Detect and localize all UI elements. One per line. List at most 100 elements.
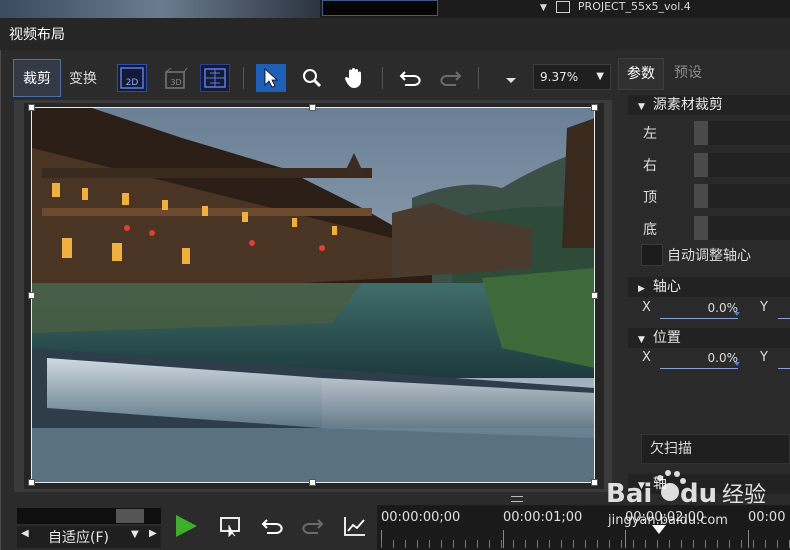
chevron-right-icon[interactable]: ▶: [149, 528, 157, 539]
crop-top-slider[interactable]: [694, 184, 790, 208]
slider-knob[interactable]: [694, 121, 708, 145]
axis-x-label: X: [642, 300, 651, 315]
crop-right-label: 右: [643, 158, 657, 174]
export-icon: [220, 517, 240, 537]
zoom-icon: [303, 69, 322, 88]
redo-button[interactable]: [437, 64, 465, 92]
redo-icon: [440, 71, 462, 86]
crop-handle-bottom-right[interactable]: [591, 479, 598, 486]
crop-handle-bottom-left[interactable]: [28, 479, 35, 486]
select-tool-button[interactable]: [256, 64, 286, 92]
position-y-field[interactable]: [778, 368, 790, 369]
source-crop-title: 源素材裁剪: [652, 97, 723, 113]
auto-axis-checkbox[interactable]: [641, 244, 663, 266]
undo-icon: [261, 519, 283, 534]
crop-top-label: 顶: [643, 190, 657, 206]
crop-right-slider[interactable]: [694, 153, 790, 177]
baidu-jingyan-watermark: Bai du 经验 jingyan.baidu.com: [600, 462, 790, 532]
hand-icon: [344, 68, 361, 88]
spin-down-icon[interactable]: [734, 362, 740, 366]
crop-handle-top-right[interactable]: [591, 104, 598, 111]
crop-handle-right[interactable]: [591, 292, 598, 299]
undo-button[interactable]: [258, 512, 286, 540]
watermark-brand: Bai: [606, 479, 652, 509]
tab-crop[interactable]: 裁剪: [13, 59, 61, 97]
scrub-knob[interactable]: [116, 509, 144, 523]
undo-button[interactable]: [396, 64, 424, 92]
watermark-brand-suffix: du: [680, 479, 717, 509]
expand-triangle-icon: ▶: [638, 284, 645, 294]
slider-knob[interactable]: [694, 153, 708, 177]
play-icon: [176, 515, 197, 537]
watermark-url: jingyan.baidu.com: [607, 513, 728, 528]
watermark-cn: 经验: [722, 483, 766, 508]
2d-mode-icon: 2D: [120, 67, 144, 89]
select-arrow-icon: [264, 68, 279, 88]
2d-mode-button[interactable]: 2D: [117, 64, 147, 92]
position-x-value[interactable]: 0.0%: [660, 349, 738, 369]
crop-handle-top[interactable]: [309, 104, 316, 111]
axis-x-value[interactable]: 0.0%: [660, 299, 738, 319]
hand-tool-button[interactable]: [340, 64, 368, 92]
3d-mode-button[interactable]: 3D: [160, 64, 190, 92]
fit-label: 自适应(F): [48, 530, 109, 546]
position-x-label: X: [642, 350, 651, 365]
project-tree-item[interactable]: ▼ PROJECT_55x5_vol.4: [540, 0, 691, 14]
tab-presets[interactable]: 预设: [666, 58, 710, 90]
splitter-grip-icon: [511, 496, 523, 502]
source-crop-section-header[interactable]: ▼ 源素材裁剪: [628, 95, 790, 115]
3d-label: 3D: [170, 78, 181, 87]
zoom-value: 9.37%: [540, 70, 579, 84]
crop-handle-left[interactable]: [28, 292, 35, 299]
project-label: PROJECT_55x5_vol.4: [577, 0, 691, 13]
expand-triangle-icon[interactable]: ▼: [540, 3, 547, 13]
auto-axis-label: 自动调整轴心: [667, 248, 751, 264]
zoom-select[interactable]: 9.37% ▼: [533, 64, 611, 90]
zoom-tool-button[interactable]: [298, 64, 326, 92]
overscan-label: 欠扫描: [650, 441, 692, 457]
redo-button[interactable]: [299, 512, 327, 540]
axis-y-field[interactable]: [778, 318, 790, 319]
keyframe-graph-button[interactable]: [340, 512, 370, 540]
chevron-down-icon: ▼: [131, 529, 139, 540]
dialog-title: 视频布局: [9, 27, 65, 43]
slider-knob[interactable]: [694, 184, 708, 208]
crop-handle-top-left[interactable]: [28, 104, 35, 111]
collapse-triangle-icon: ▼: [638, 102, 645, 112]
folder-icon: [556, 1, 571, 13]
ruler-minor-ticks: [381, 540, 790, 548]
crop-bottom-slider[interactable]: [694, 216, 790, 240]
position-title: 位置: [652, 330, 681, 346]
play-button[interactable]: [172, 512, 200, 540]
axis-section-header[interactable]: ▶ 轴心: [628, 277, 790, 297]
toolbar-separator: [478, 67, 479, 89]
toolbar-separator: [382, 67, 383, 89]
slider-knob[interactable]: [694, 216, 708, 240]
crop-frame[interactable]: [31, 107, 595, 483]
timecode-label: 00:00:00;00: [381, 510, 461, 525]
export-frame-button[interactable]: [217, 512, 245, 540]
chevron-left-icon[interactable]: ◀: [21, 528, 29, 539]
crop-handle-bottom[interactable]: [309, 479, 316, 486]
tab-parameters[interactable]: 参数: [618, 58, 664, 90]
undo-icon: [399, 71, 421, 86]
grid-mode-button[interactable]: [200, 64, 230, 92]
collapse-triangle-icon: ▼: [638, 335, 645, 345]
crop-bottom-label: 底: [643, 222, 657, 238]
redo-icon: [302, 519, 324, 534]
zoom-decrease-icon[interactable]: [506, 78, 516, 83]
fit-select[interactable]: ◀ 自适应(F) ▼ ▶: [17, 526, 161, 548]
2d-label: 2D: [126, 78, 139, 88]
axis-y-label: Y: [760, 300, 768, 315]
dialog-titlebar[interactable]: [0, 18, 790, 50]
toolbar-separator: [243, 67, 244, 89]
overscan-select[interactable]: 欠扫描: [641, 434, 790, 464]
spin-down-icon[interactable]: [734, 312, 740, 316]
position-section-header[interactable]: ▼ 位置: [628, 328, 790, 348]
position-y-label: Y: [760, 350, 768, 365]
tab-transform[interactable]: 变换: [63, 59, 103, 97]
axis-title: 轴心: [652, 279, 681, 295]
chevron-down-icon: ▼: [596, 71, 604, 82]
crop-left-slider[interactable]: [694, 121, 790, 145]
baidu-logo: Bai du 经验 jingyan.baidu.com: [606, 470, 766, 528]
